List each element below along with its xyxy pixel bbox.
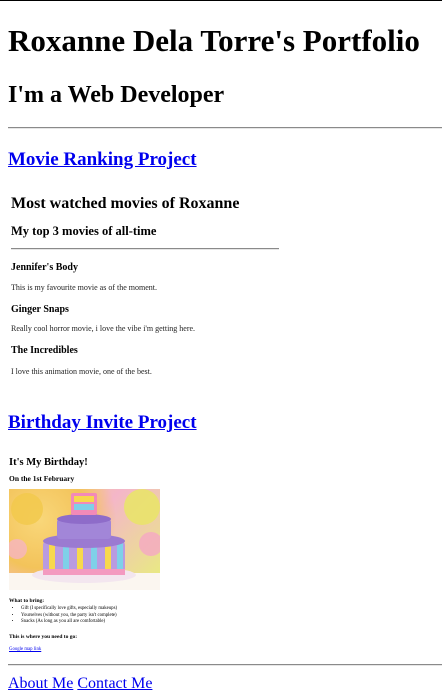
what-to-bring-label: What to bring: [9,598,45,604]
footer-nav: About Me Contact Me [8,674,152,694]
birthday-invite-project-link[interactable]: Birthday Invite Project [8,411,197,435]
movie-ranking-project-link[interactable]: Movie Ranking Project [8,148,197,172]
divider-top [8,127,442,129]
list-item: Gift (I specifically love gifts, especia… [21,606,117,613]
birthday-title: It's My Birthday! [9,457,88,468]
top-border [0,0,442,1]
movie-preview-title: Most watched movies of Roxanne [11,195,240,212]
movie-name: The Incredibles [11,345,78,356]
movie-name: Ginger Snaps [11,304,69,315]
movie-name: Jennifer's Body [11,262,78,273]
page-title: Roxanne Dela Torre's Portfolio [8,23,420,58]
movie-description: This is my favourite movie as of the mom… [11,283,157,292]
about-me-link[interactable]: About Me [8,675,73,692]
google-map-link[interactable]: Google map link [9,646,41,653]
movie-description: I love this animation movie, one of the … [11,367,152,376]
movie-description: Really cool horror movie, i love the vib… [11,324,196,333]
list-item: Snacks (As long as you all are comfortab… [21,619,117,626]
what-to-bring-list: Gift (I specifically love gifts, especia… [9,606,117,626]
movie-preview-divider [11,248,279,250]
movie-preview-subtitle: My top 3 movies of all-time [11,224,157,238]
contact-me-link[interactable]: Contact Me [77,675,152,692]
birthday-date: On the 1st February [9,474,75,483]
birthday-cake-icon [9,489,160,590]
birthday-cake-image [9,489,160,590]
location-label: This is where you need to go: [9,634,78,640]
divider-bottom [8,664,442,666]
page-subtitle: I'm a Web Developer [8,82,225,108]
